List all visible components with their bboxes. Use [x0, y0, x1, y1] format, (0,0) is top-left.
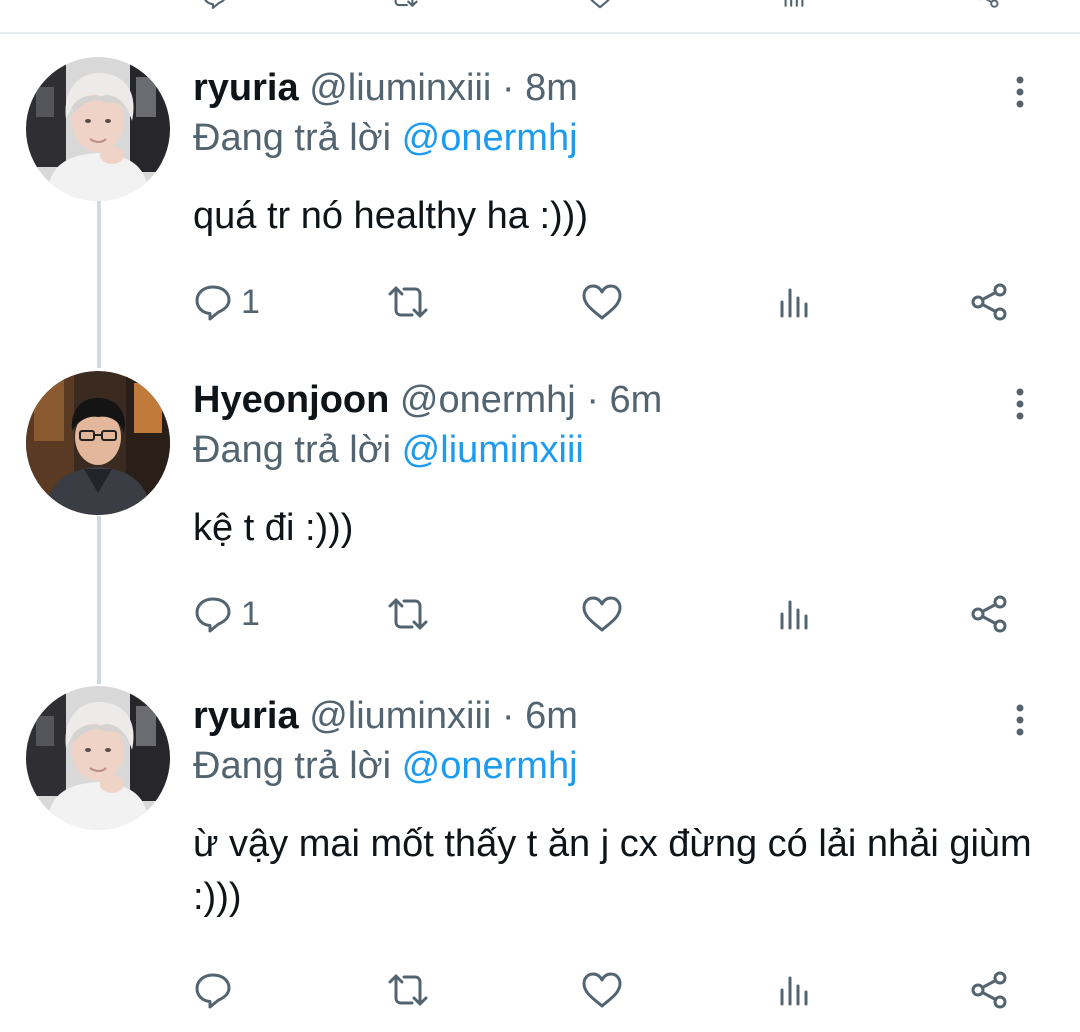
replying-to-label: Đang trả lời	[193, 117, 402, 159]
analytics-icon[interactable]	[774, 0, 814, 10]
tweet-text: ừ vậy mai mốt thấy t ăn j cx đừng có lải…	[193, 823, 1043, 918]
tweet-actions: 1	[0, 277, 1080, 327]
share-icon[interactable]	[968, 0, 1008, 10]
timestamp[interactable]: 8m	[525, 67, 578, 109]
retweet-button[interactable]	[384, 965, 432, 1015]
reply-button[interactable]: 1	[193, 277, 260, 327]
tweet-header: ryuria @liuminxiii · 8m	[193, 62, 578, 114]
retweet-icon	[384, 594, 432, 634]
like-button[interactable]	[580, 277, 624, 327]
analytics-button[interactable]	[774, 277, 814, 327]
more-vertical-icon[interactable]	[1004, 384, 1036, 424]
separator-dot: ·	[501, 67, 515, 109]
more-vertical-icon[interactable]	[1004, 72, 1036, 112]
reply-icon	[193, 282, 233, 322]
tweet-text: kệ t đi :)))	[193, 507, 354, 549]
analytics-icon	[774, 594, 814, 634]
reply-count: 1	[241, 282, 260, 321]
retweet-icon[interactable]	[384, 0, 424, 10]
replying-to: Đang trả lời @onermhj	[193, 740, 578, 792]
reply-button[interactable]	[193, 965, 241, 1015]
share-button[interactable]	[968, 277, 1012, 327]
like-button[interactable]	[580, 965, 624, 1015]
mention-link[interactable]: @onermhj	[402, 745, 578, 787]
analytics-button[interactable]	[774, 589, 814, 639]
replying-to: Đang trả lời @onermhj	[193, 112, 578, 164]
author-handle[interactable]: @onermhj	[400, 379, 576, 421]
share-icon	[968, 968, 1012, 1012]
heart-icon	[580, 594, 624, 634]
share-icon	[968, 280, 1012, 324]
mention-link[interactable]: @liuminxiii	[402, 429, 584, 471]
tweet[interactable]: ryuria @liuminxiii · 6m Đang trả lời @on…	[0, 690, 1080, 1032]
analytics-button[interactable]	[774, 965, 814, 1015]
author-name[interactable]: Hyeonjoon	[193, 379, 389, 421]
mention-link[interactable]: @onermhj	[402, 117, 578, 159]
like-button[interactable]	[580, 589, 624, 639]
divider	[0, 32, 1080, 34]
avatar[interactable]	[26, 57, 170, 201]
tweet-actions	[0, 965, 1080, 1015]
separator-dot: ·	[501, 695, 515, 737]
reply-button[interactable]: 1	[193, 589, 260, 639]
reply-count: 1	[241, 594, 260, 633]
replying-to-label: Đang trả lời	[193, 745, 402, 787]
replying-to-label: Đang trả lời	[193, 429, 402, 471]
tweet-text: quá tr nó healthy ha :)))	[193, 195, 588, 237]
previous-tweet-action-bar	[0, 0, 1080, 32]
share-button[interactable]	[968, 965, 1012, 1015]
retweet-icon	[384, 282, 432, 322]
tweet-header: Hyeonjoon @onermhj · 6m	[193, 374, 662, 426]
tweet[interactable]: ryuria @liuminxiii · 8m Đang trả lời @on…	[0, 62, 1080, 362]
separator-dot: ·	[586, 379, 599, 421]
tweet-header: ryuria @liuminxiii · 6m	[193, 690, 578, 742]
heart-icon	[580, 282, 624, 322]
author-name[interactable]: ryuria	[193, 67, 299, 109]
tweet[interactable]: Hyeonjoon @onermhj · 6m Đang trả lời @li…	[0, 374, 1080, 674]
avatar[interactable]	[26, 371, 170, 515]
reply-icon	[193, 970, 233, 1010]
replying-to: Đang trả lời @liuminxiii	[193, 424, 584, 476]
heart-icon	[580, 970, 624, 1010]
retweet-button[interactable]	[384, 277, 432, 327]
timestamp[interactable]: 6m	[610, 379, 663, 421]
analytics-icon	[774, 970, 814, 1010]
retweet-icon	[384, 970, 432, 1010]
author-handle[interactable]: @liuminxiii	[309, 695, 491, 737]
more-vertical-icon[interactable]	[1004, 700, 1036, 740]
author-handle[interactable]: @liuminxiii	[309, 67, 491, 109]
share-icon	[968, 592, 1012, 636]
reply-icon[interactable]	[195, 0, 235, 10]
author-name[interactable]: ryuria	[193, 695, 299, 737]
avatar[interactable]	[26, 686, 170, 830]
share-button[interactable]	[968, 589, 1012, 639]
timestamp[interactable]: 6m	[525, 695, 578, 737]
retweet-button[interactable]	[384, 589, 432, 639]
analytics-icon	[774, 282, 814, 322]
reply-icon	[193, 594, 233, 634]
heart-icon[interactable]	[580, 0, 620, 10]
tweet-actions: 1	[0, 589, 1080, 639]
